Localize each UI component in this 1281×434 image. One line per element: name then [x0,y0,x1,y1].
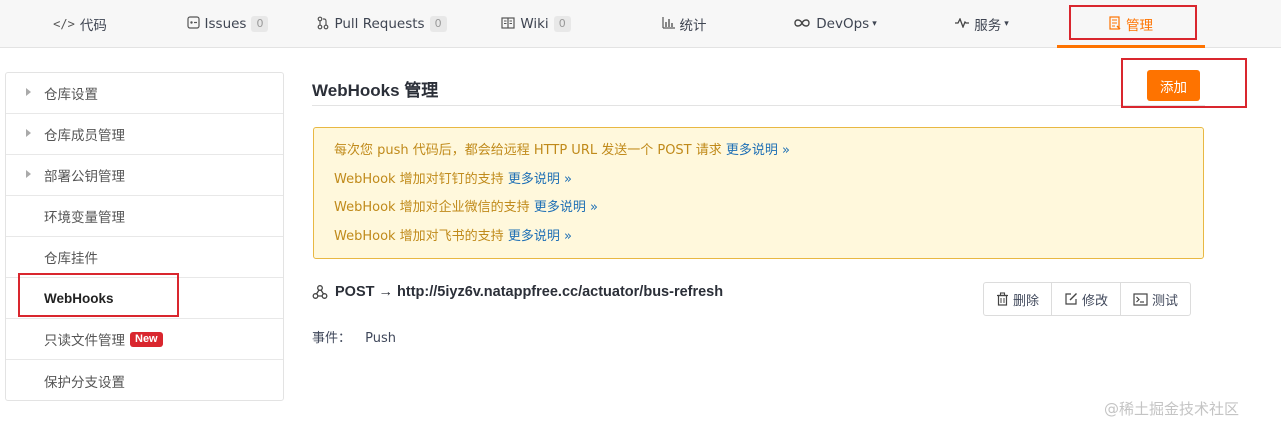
webhook-entry: POST → http://5iyz6v.natappfree.cc/actua… [312,284,723,300]
delete-button[interactable]: 删除 [984,283,1053,315]
more-info-link[interactable]: 更多说明 » [508,172,572,187]
sidebar-item-repo-settings[interactable]: 仓库设置 [6,73,283,114]
caret-down-icon: ▾ [872,19,877,29]
caret-down-icon: ▾ [1004,19,1009,29]
webhook-actions: 删除 修改 测试 [983,282,1192,316]
tab-label: DevOps [816,16,870,32]
tab-label: Pull Requests [334,16,425,32]
tab-label: 代码 [79,18,107,34]
sidebar-item-members[interactable]: 仓库成员管理 [6,114,283,155]
issues-count-badge: 0 [251,16,269,32]
caret-right-icon [26,88,31,96]
edit-label: 修改 [1082,293,1109,309]
sidebar-item-env-vars[interactable]: 环境变量管理 [6,196,283,237]
wiki-count-badge: 0 [553,16,571,32]
webhook-url: POST → http://5iyz6v.natappfree.cc/actua… [335,284,724,300]
tab-code[interactable]: </> 代码 [40,0,120,48]
notice-line: WebHook 增加对飞书的支持 更多说明 » [334,227,1183,256]
settings-sidebar: 仓库设置 仓库成员管理 部署公钥管理 环境变量管理 仓库挂件 WebHooks … [5,72,284,401]
infinity-icon [793,17,811,31]
code-icon: </> [53,17,75,31]
sidebar-item-deploy-keys[interactable]: 部署公钥管理 [6,155,283,196]
tab-label: 统计 [679,18,707,34]
sidebar-item-widgets[interactable]: 仓库挂件 [6,237,283,278]
sidebar-item-label: 保护分支设置 [44,374,125,391]
webhook-events: 事件： Push [312,327,396,346]
edit-button[interactable]: 修改 [1052,283,1122,315]
pull-requests-count-badge: 0 [429,16,447,32]
add-webhook-button[interactable]: 添加 [1147,70,1200,101]
test-label: 测试 [1152,293,1179,309]
notice-text: WebHook 增加对企业微信的支持 [334,200,534,215]
more-info-link[interactable]: 更多说明 » [534,200,598,215]
tab-label: Issues [204,16,247,32]
notice-line: 每次您 push 代码后，都会给远程 HTTP URL 发送一个 POST 请求… [334,141,1183,170]
delete-label: 删除 [1013,293,1040,309]
terminal-icon [1133,292,1148,306]
sidebar-item-label: 只读文件管理 [44,333,125,349]
issues-icon [186,16,200,32]
events-label: 事件： [312,331,352,346]
sidebar-item-label: WebHooks [44,290,114,306]
more-info-link[interactable]: 更多说明 » [508,229,572,244]
new-badge: New [130,331,163,347]
pulse-icon [955,17,970,31]
tab-label: 服务 [974,18,1002,34]
sidebar-item-webhooks[interactable]: WebHooks [6,278,283,319]
tab-issues[interactable]: Issues 0 [180,0,275,48]
sidebar-item-label: 仓库挂件 [44,251,98,267]
watermark: @稀土掘金技术社区 [1104,400,1240,418]
test-button[interactable]: 测试 [1121,283,1190,315]
notice-text: 每次您 push 代码后，都会给远程 HTTP URL 发送一个 POST 请求 [334,143,726,158]
tab-pull-requests[interactable]: Pull Requests 0 [314,0,450,48]
events-value: Push [365,331,397,346]
tab-services[interactable]: 服务 ▾ [945,0,1019,48]
notice-line: WebHook 增加对钉钉的支持 更多说明 » [334,170,1183,199]
notice-text: WebHook 增加对飞书的支持 [334,228,508,244]
tab-devops[interactable]: DevOps ▾ [785,0,885,48]
sidebar-item-label: 部署公钥管理 [44,169,125,185]
notice-line: WebHook 增加对企业微信的支持 更多说明 » [334,198,1183,227]
sidebar-item-label: 环境变量管理 [44,210,125,226]
sidebar-item-protected-branches[interactable]: 保护分支设置 [6,360,283,401]
more-info-link[interactable]: 更多说明 » [726,143,790,158]
manage-icon [1109,15,1121,33]
webhook-info-notice: 每次您 push 代码后，都会给远程 HTTP URL 发送一个 POST 请求… [313,127,1204,259]
sidebar-item-label: 仓库成员管理 [44,128,125,144]
notice-text: WebHook 增加对钉钉的支持 [334,171,508,187]
tab-wiki[interactable]: Wiki 0 [496,0,576,48]
wiki-icon [501,16,515,32]
webhook-icon [312,285,328,299]
trash-icon [997,292,1008,306]
repo-tab-bar: </> 代码 Issues 0 Pull Requests 0 Wiki 0 统… [0,0,1281,48]
chart-icon [661,16,675,32]
tab-label: Wiki [520,16,549,32]
tab-label: 管理 [1126,18,1153,34]
sidebar-item-label: 仓库设置 [44,87,98,103]
caret-right-icon [26,129,31,137]
pull-request-icon [317,16,329,33]
tab-stats[interactable]: 统计 [652,0,716,48]
caret-right-icon [26,170,31,178]
active-tab-underline [1057,45,1205,48]
edit-icon [1065,293,1078,305]
tab-manage[interactable]: 管理 [1057,0,1205,48]
title-divider [312,105,1205,106]
page-title: WebHooks 管理 [312,81,439,100]
sidebar-item-readonly-files[interactable]: 只读文件管理 New [6,319,283,360]
